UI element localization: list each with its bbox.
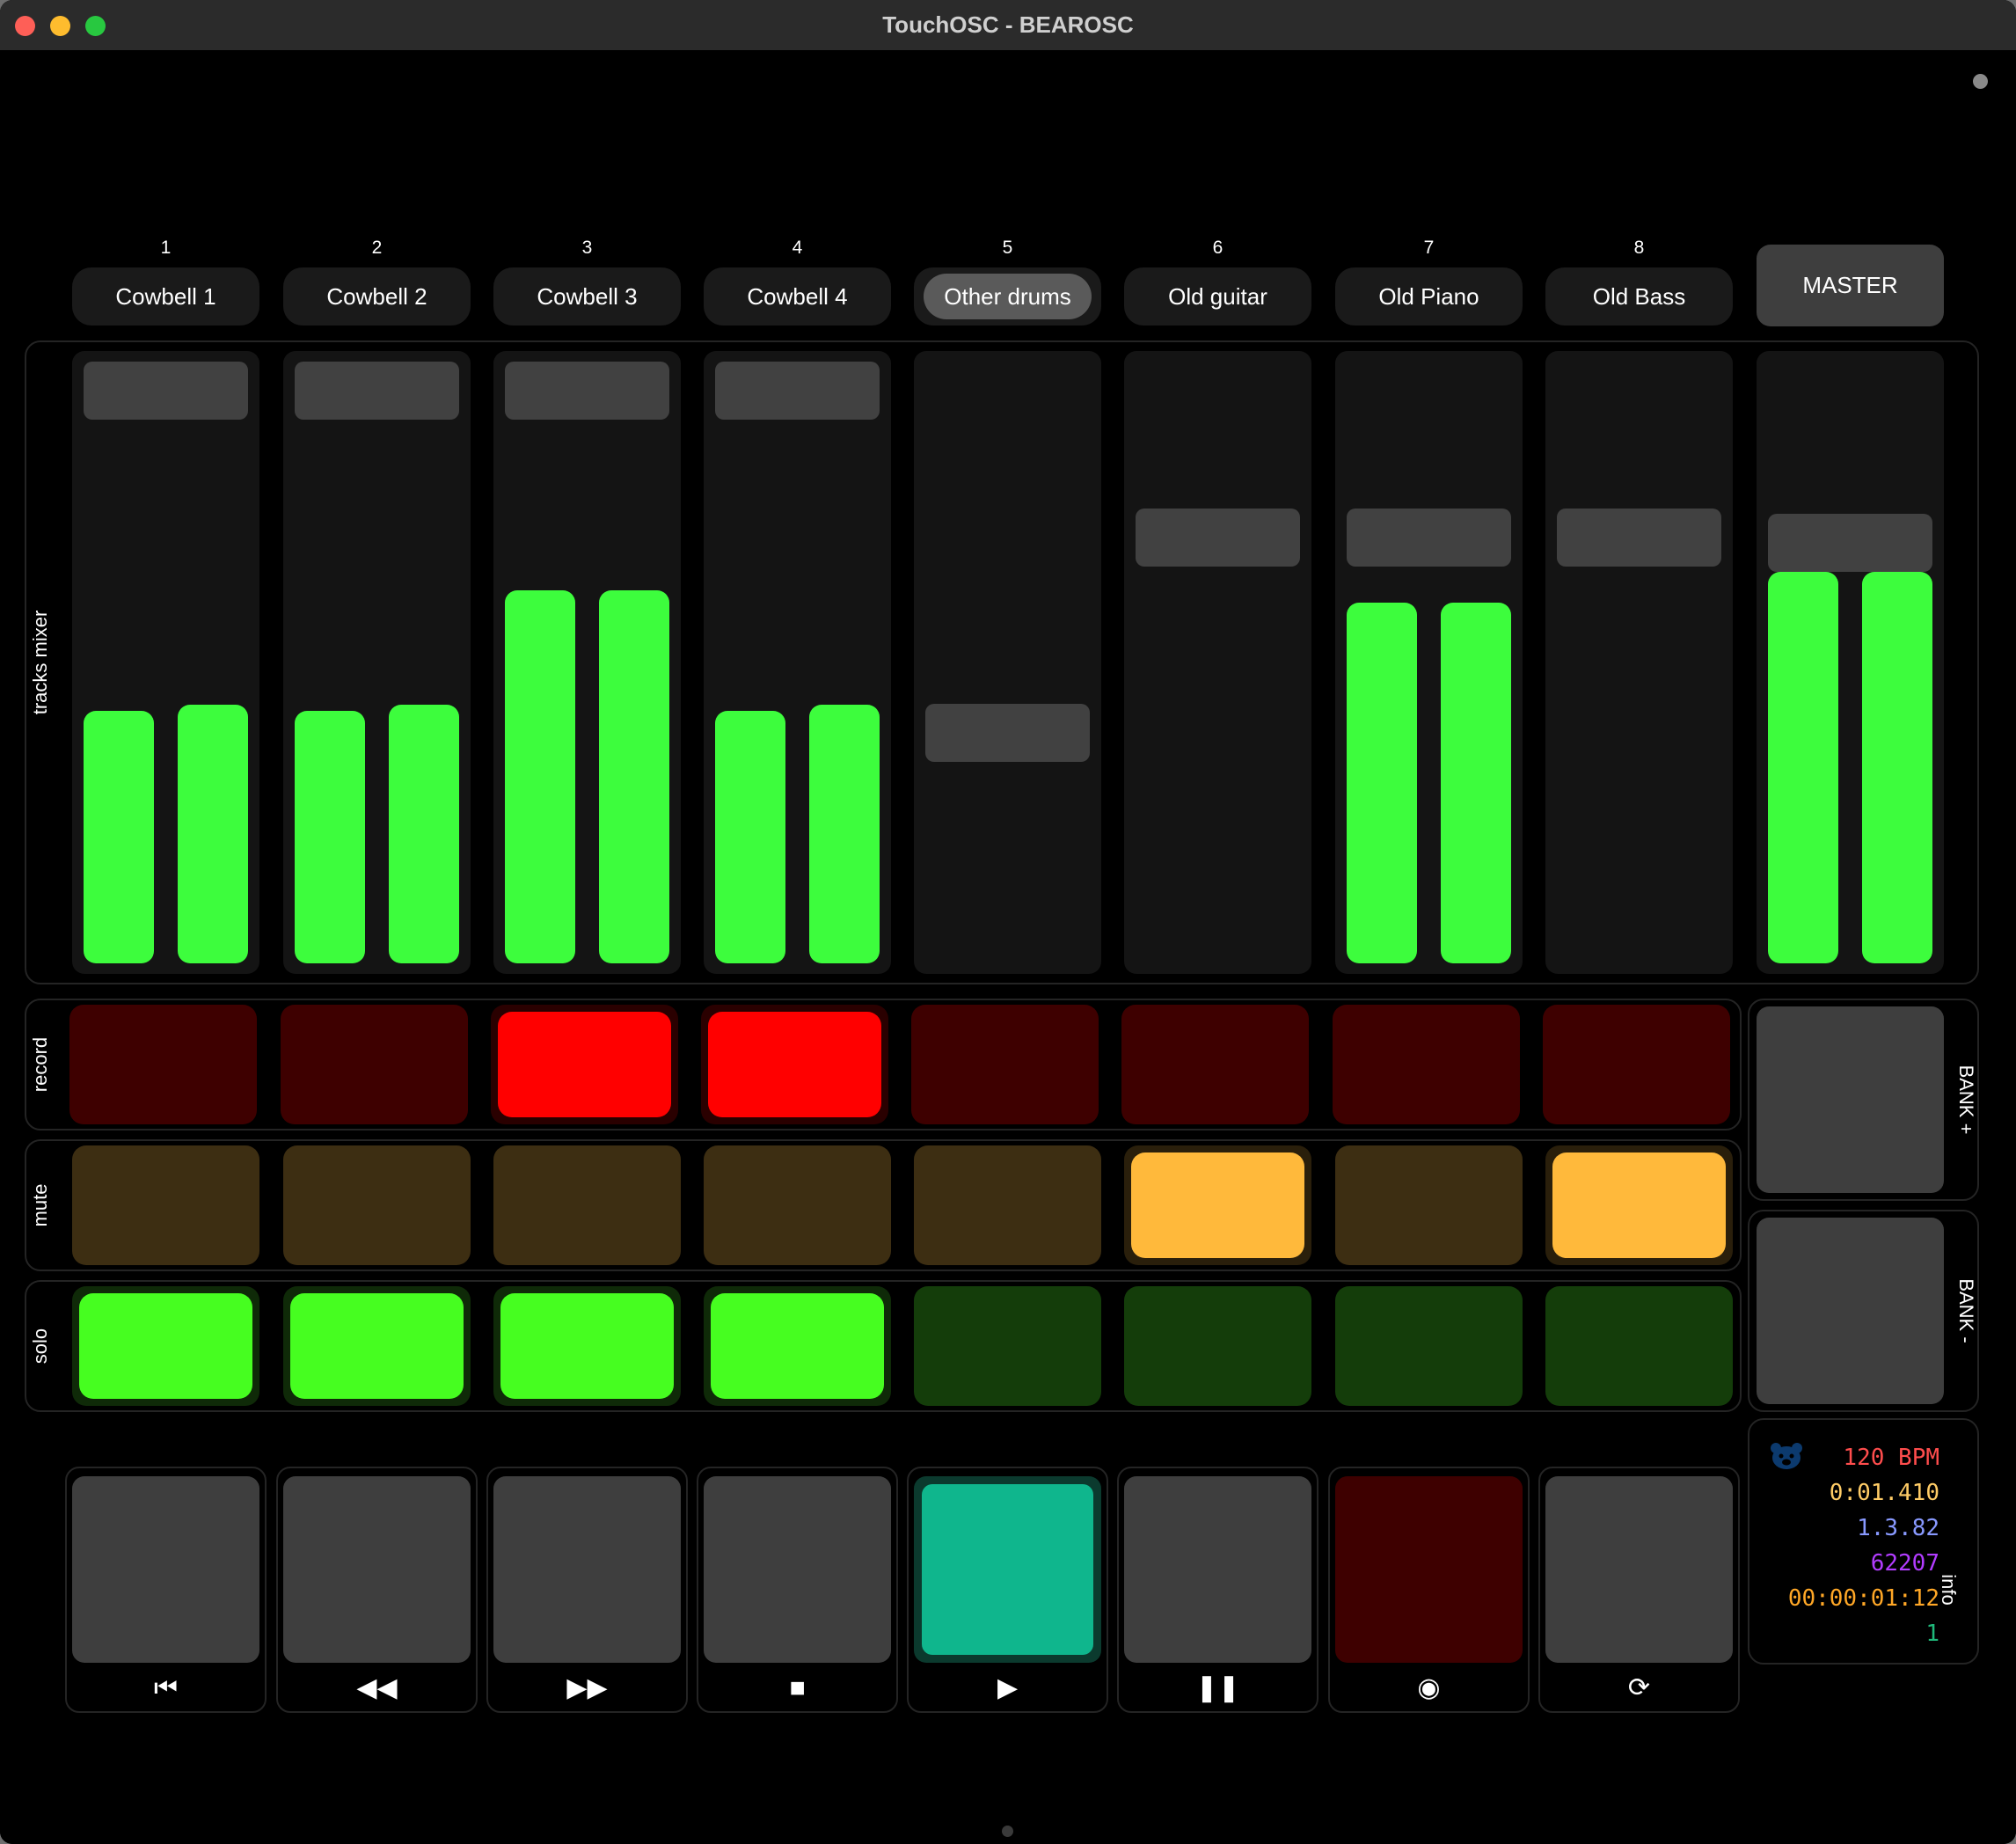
track-name-selected: Other drums: [924, 274, 1092, 319]
track-number: 7: [1423, 238, 1435, 258]
pause-icon: ❚❚: [1195, 1673, 1240, 1702]
master-meter-right: [1862, 572, 1932, 963]
info-bpm: 120 BPM: [1843, 1445, 1939, 1471]
solo-row-frame: [25, 1280, 1742, 1412]
page-indicator-dot[interactable]: [1002, 1826, 1013, 1837]
track-name-button[interactable]: Old Bass: [1545, 267, 1733, 326]
track-name-button[interactable]: Old Piano: [1335, 267, 1523, 326]
track-name-button[interactable]: Cowbell 3: [493, 267, 681, 326]
track-number: 6: [1212, 238, 1223, 258]
record-button[interactable]: [1335, 1476, 1523, 1663]
track-number: 4: [792, 238, 803, 258]
window-title: TouchOSC - BEAROSC: [882, 11, 1134, 38]
master-fader-handle[interactable]: [1768, 514, 1932, 572]
mute-row-frame: [25, 1139, 1742, 1271]
track-name-button[interactable]: Cowbell 2: [283, 267, 471, 326]
track-number: 3: [581, 238, 593, 258]
bank-up-button[interactable]: [1757, 1006, 1944, 1193]
master-label[interactable]: MASTER: [1757, 245, 1944, 326]
bank-down-label: BANK -: [1955, 1278, 1977, 1343]
fast-forward-button[interactable]: [493, 1476, 681, 1663]
track-number: 5: [1002, 238, 1013, 258]
stop-button[interactable]: [704, 1476, 891, 1663]
track-number: 1: [160, 238, 172, 258]
fast-forward-icon: ▶▶: [566, 1673, 608, 1702]
settings-dot-icon[interactable]: [1973, 74, 1988, 89]
pause-button[interactable]: [1124, 1476, 1311, 1663]
skip-to-start-button[interactable]: [72, 1476, 259, 1663]
play-icon: ▶: [997, 1673, 1019, 1702]
info-timecode: 00:00:01:12: [1787, 1585, 1939, 1612]
rewind-button[interactable]: [283, 1476, 471, 1663]
skip-to-start-icon: ⏮: [154, 1673, 178, 1702]
info-time: 0:01.410: [1829, 1480, 1939, 1506]
stop-icon: ■: [789, 1673, 806, 1702]
info-beats: 1.3.82: [1857, 1515, 1939, 1541]
bank-down-button[interactable]: [1757, 1218, 1944, 1404]
app-window: TouchOSC - BEAROSC 1 Cowbell 1 2 Cowbell 2 3…: [0, 0, 2016, 1844]
track-number: 8: [1633, 238, 1645, 258]
record-row-frame: [25, 999, 1742, 1131]
info-frames: 1: [1925, 1621, 1939, 1647]
tracks-mixer-label: tracks mixer: [29, 610, 51, 715]
record-row-label: record: [29, 1036, 51, 1093]
track-number: 2: [371, 238, 383, 258]
master-fader[interactable]: [1757, 351, 1944, 974]
touchosc-canvas: 1 Cowbell 1 2 Cowbell 2 3 Cowbell 3 4 Cowbell 4…: [0, 50, 2016, 1844]
track-name-button[interactable]: Cowbell 1: [72, 267, 259, 326]
play-button[interactable]: [914, 1476, 1101, 1663]
info-label: info: [1938, 1574, 1960, 1606]
rewind-icon: ◀◀: [356, 1673, 398, 1702]
tracks-mixer-frame: [25, 340, 1979, 984]
record-icon: ◉: [1417, 1673, 1441, 1702]
bank-up-label: BANK +: [1955, 1065, 1977, 1135]
track-name-button[interactable]: Cowbell 4: [704, 267, 891, 326]
play-button-lit: [922, 1484, 1093, 1655]
master-meter-left: [1768, 572, 1838, 963]
solo-row-label: solo: [29, 1328, 51, 1365]
loop-button[interactable]: [1545, 1476, 1733, 1663]
track-name-button[interactable]: Old guitar: [1124, 267, 1311, 326]
title-bar: TouchOSC - BEAROSC: [0, 0, 2016, 51]
info-samples: 62207: [1870, 1550, 1939, 1577]
mute-row-label: mute: [29, 1183, 51, 1227]
loop-icon: ⟳: [1627, 1673, 1651, 1702]
